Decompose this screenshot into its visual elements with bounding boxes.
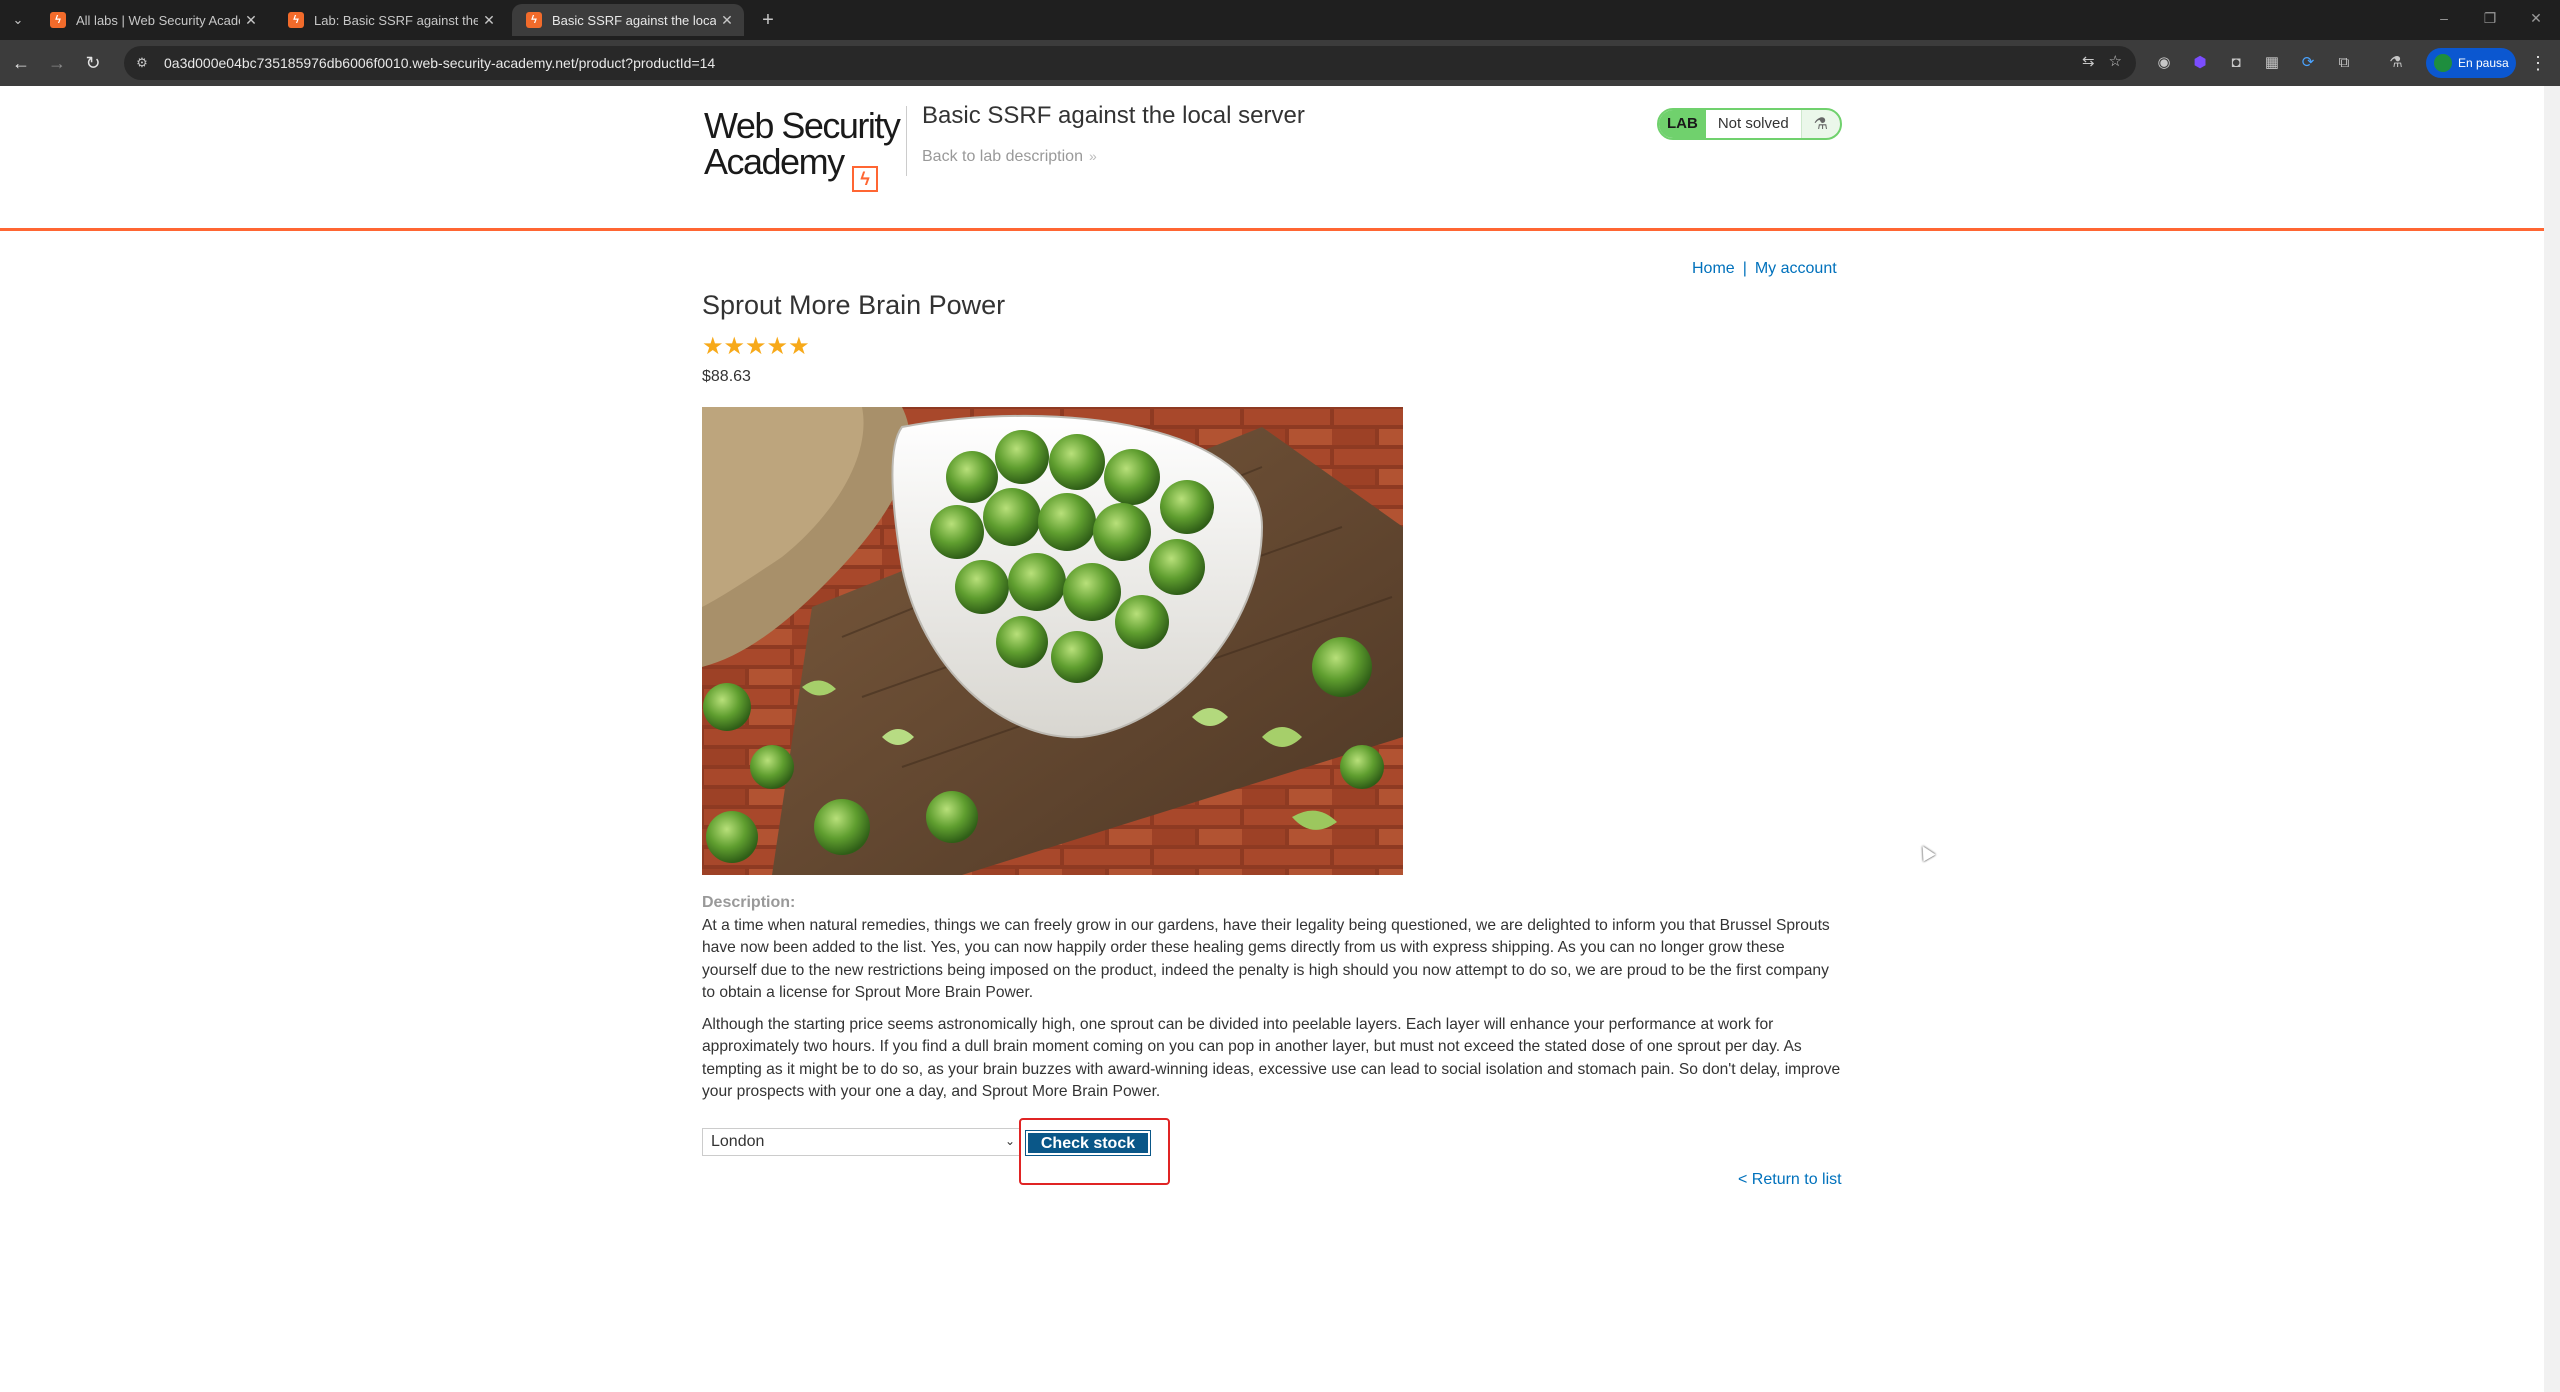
site-info-icon[interactable]: ⚙ [132, 55, 152, 71]
tab-title: All labs | Web Security Academy [76, 12, 240, 28]
product-title: Sprout More Brain Power [702, 290, 1006, 320]
tab-title: Lab: Basic SSRF against the local server [314, 12, 478, 28]
browser-tab-all-labs[interactable]: ϟ All labs | Web Security Academy ✕ [36, 4, 268, 36]
extension-camera-icon[interactable]: ◘ [2225, 52, 2247, 74]
browser-tab-strip: ⌄ ϟ All labs | Web Security Academy ✕ ϟ … [0, 0, 2560, 40]
reload-icon[interactable]: ↻ [82, 52, 104, 74]
tab-search-icon[interactable]: ⌄ [8, 10, 28, 30]
profile-button[interactable]: En pausa [2426, 48, 2516, 78]
top-nav-links: Home | My account [1692, 260, 1837, 278]
avatar [2434, 54, 2452, 72]
academy-header: Web Security Academy ϟ Basic SSRF agains… [0, 86, 2544, 230]
translate-icon[interactable]: ⇆ [2082, 52, 2095, 70]
extension-hexagon-icon[interactable]: ⬢ [2189, 52, 2211, 74]
browser-toolbar: ← → ↻ ⚙ 0a3d000e04bc735185976db6006f0010… [0, 40, 2560, 86]
tab-title: Basic SSRF against the local server [552, 12, 716, 28]
product-rating-stars: ★★★★★ [702, 333, 810, 360]
back-to-lab-description-link[interactable]: Back to lab description » [922, 148, 1097, 166]
minimize-window-icon[interactable]: – [2424, 10, 2464, 26]
description-paragraph-1: At a time when natural remedies, things … [702, 917, 1830, 1002]
chevron-down-icon: ⌄ [1004, 1134, 1015, 1148]
product-price: $88.63 [702, 368, 751, 385]
browser-menu-icon[interactable]: ⋮ [2528, 52, 2548, 74]
lab-title: Basic SSRF against the local server [922, 102, 1305, 129]
portswigger-favicon-icon: ϟ [288, 12, 304, 28]
address-bar[interactable]: ⚙ 0a3d000e04bc735185976db6006f0010.web-s… [124, 46, 2136, 80]
forward-arrow-icon[interactable]: → [46, 52, 68, 74]
header-orange-divider [0, 228, 2544, 231]
description-label: Description: [702, 894, 796, 911]
home-link[interactable]: Home [1692, 260, 1735, 277]
labs-flask-icon[interactable]: ⚗ [2385, 52, 2407, 74]
restore-window-icon[interactable]: ❐ [2470, 10, 2510, 27]
logo-bolt-icon: ϟ [852, 166, 878, 192]
product-image-brussels-sprouts [702, 407, 1403, 875]
portswigger-favicon-icon: ϟ [526, 12, 542, 28]
address-url[interactable]: 0a3d000e04bc735185976db6006f0010.web-sec… [164, 55, 715, 71]
web-security-academy-logo[interactable]: Web Security Academy ϟ [704, 105, 904, 192]
my-account-link[interactable]: My account [1755, 260, 1837, 277]
nav-separator: | [1742, 260, 1747, 277]
back-link-label: Back to lab description [922, 148, 1083, 165]
browser-tab-lab-description[interactable]: ϟ Lab: Basic SSRF against the local serv… [274, 4, 506, 36]
tab-close-icon[interactable]: ✕ [716, 12, 738, 29]
lab-badge: LAB [1659, 110, 1706, 138]
page-scrollbar[interactable] [2544, 86, 2560, 1392]
double-chevron-right-icon: » [1088, 148, 1097, 164]
store-location-select[interactable]: London ⌄ [702, 1128, 1020, 1156]
tab-close-icon[interactable]: ✕ [478, 12, 500, 29]
lab-status-widget: LAB Not solved ⚗ [1657, 108, 1842, 140]
header-divider [906, 106, 907, 176]
extensions-puzzle-icon[interactable]: ⧉ [2333, 52, 2355, 74]
profile-label: En pausa [2458, 56, 2509, 70]
mouse-cursor-icon [1916, 842, 1936, 862]
close-window-icon[interactable]: ✕ [2516, 10, 2556, 27]
browser-tab-current-lab[interactable]: ϟ Basic SSRF against the local server ✕ [512, 4, 744, 36]
lab-status-text: Not solved [1705, 110, 1802, 138]
logo-text-line1: Web Security [704, 105, 901, 146]
selected-store: London [711, 1133, 765, 1150]
tab-close-icon[interactable]: ✕ [240, 12, 262, 29]
extension-shield-icon[interactable]: ◉ [2153, 52, 2175, 74]
back-arrow-icon[interactable]: ← [10, 52, 32, 74]
bookmark-star-icon[interactable]: ☆ [2109, 52, 2122, 70]
extension-grid-icon[interactable]: ▦ [2261, 52, 2283, 74]
new-tab-plus-icon[interactable]: + [756, 8, 780, 32]
flask-icon: ⚗ [1813, 116, 1829, 133]
check-stock-button[interactable]: Check stock [1025, 1130, 1151, 1156]
portswigger-favicon-icon: ϟ [50, 12, 66, 28]
return-to-list-link[interactable]: < Return to list [1738, 1171, 1842, 1189]
extension-refresh-icon[interactable]: ⟳ [2297, 52, 2319, 74]
description-paragraph-2: Although the starting price seems astron… [702, 1016, 1841, 1101]
